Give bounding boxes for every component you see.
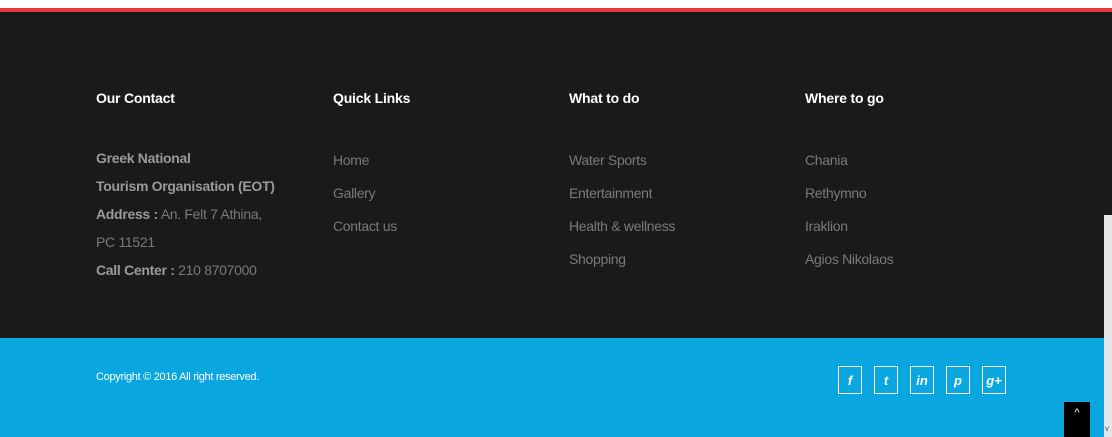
what-to-do-heading: What to do [569, 90, 640, 106]
link-water-sports[interactable]: Water Sports [569, 144, 675, 177]
scrollbar-track[interactable] [1104, 215, 1112, 437]
scroll-down-arrow-icon[interactable]: v [1105, 424, 1109, 433]
contact-column: Our Contact Greek National Tourism Organ… [96, 90, 275, 278]
pinterest-icon[interactable]: p [946, 366, 970, 394]
copyright-bar: Copyright © 2016 All right reserved. f t… [0, 338, 1112, 437]
footer-main: Our Contact Greek National Tourism Organ… [0, 12, 1112, 338]
link-shopping[interactable]: Shopping [569, 243, 675, 276]
link-health-wellness[interactable]: Health & wellness [569, 210, 675, 243]
quick-links-column: Quick Links Home Gallery Contact us [333, 90, 411, 234]
org-name-line1: Greek National [96, 150, 191, 166]
back-to-top-button[interactable]: ^ [1064, 402, 1090, 437]
link-entertainment[interactable]: Entertainment [569, 177, 675, 210]
where-to-go-heading: Where to go [805, 90, 884, 106]
where-to-go-column: Where to go Chania Rethymno Iraklion Agi… [805, 90, 894, 267]
what-to-do-column: What to do Water Sports Entertainment He… [569, 90, 675, 267]
social-links: f t in p g+ [838, 366, 1006, 394]
link-iraklion[interactable]: Iraklion [805, 210, 893, 243]
call-center-label: Call Center : [96, 262, 175, 278]
link-chania[interactable]: Chania [805, 144, 893, 177]
link-agios-nikolaos[interactable]: Agios Nikolaos [805, 243, 894, 276]
google-plus-icon[interactable]: g+ [982, 366, 1006, 394]
quick-link-home[interactable]: Home [333, 144, 397, 177]
quick-links-heading: Quick Links [333, 90, 411, 106]
contact-details: Greek National Tourism Organisation (EOT… [96, 144, 296, 284]
contact-heading: Our Contact [96, 90, 175, 106]
linkedin-icon[interactable]: in [910, 366, 934, 394]
call-center-value: 210 8707000 [174, 262, 257, 278]
top-border [0, 0, 1112, 12]
quick-link-gallery[interactable]: Gallery [333, 177, 397, 210]
quick-link-contact[interactable]: Contact us [333, 210, 397, 243]
org-name-line2: Tourism Organisation (EOT) [96, 178, 275, 194]
twitter-icon[interactable]: t [874, 366, 898, 394]
copyright-text: Copyright © 2016 All right reserved. [96, 371, 260, 383]
address-value: An. Felt 7 Athina, [157, 206, 263, 222]
address-line2: PC 11521 [96, 234, 155, 250]
facebook-icon[interactable]: f [838, 366, 862, 394]
link-rethymno[interactable]: Rethymno [805, 177, 893, 210]
address-label: Address : [96, 206, 158, 222]
